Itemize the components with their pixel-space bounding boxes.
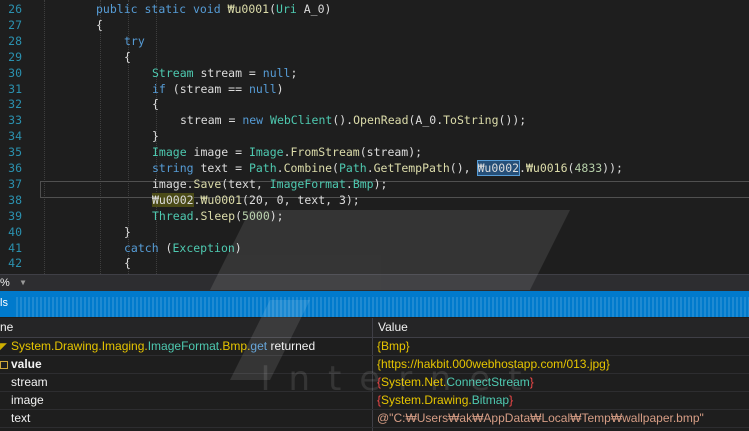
code-line: 41 catch (Exception) — [0, 240, 749, 256]
line-number: 40 — [8, 224, 22, 239]
line-number: 34 — [8, 129, 22, 144]
line-number: 31 — [8, 81, 22, 96]
line-number: 28 — [8, 33, 22, 48]
code-text[interactable]: ₩u0002.₩u0001(20, 0, text, 3); — [152, 192, 360, 208]
line-number: 27 — [8, 17, 22, 32]
locals-row[interactable]: text @"C:₩Users₩ak₩AppData₩Local₩Temp₩wal… — [0, 409, 749, 428]
panel-title: ls — [0, 297, 14, 317]
code-text[interactable]: { — [124, 255, 131, 271]
code-text[interactable]: try — [124, 33, 145, 49]
code-line: 37 image.Save(text, ImageFormat.Bmp); — [0, 176, 749, 192]
line-number: 41 — [8, 240, 22, 255]
code-text[interactable]: { — [96, 17, 103, 33]
editor-status-strip: % ▼ — [0, 274, 749, 291]
code-text[interactable]: { — [124, 49, 131, 65]
code-text[interactable]: Thread.Sleep(5000); — [152, 208, 284, 224]
row-value: {https://hakbit.000webhostapp.com/013.jp… — [377, 357, 610, 371]
code-text[interactable]: } — [152, 128, 159, 144]
line-number: 26 — [8, 2, 22, 16]
line-number: 32 — [8, 97, 22, 112]
code-line: 42 { — [0, 255, 749, 271]
code-text[interactable]: string text = Path.Combine(Path.GetTempP… — [152, 160, 623, 176]
code-line: 31 if (stream == null) — [0, 81, 749, 97]
column-header-row: ne Value — [0, 318, 749, 338]
code-text[interactable]: if (stream == null) — [152, 81, 284, 97]
locals-row[interactable]: stream {System.Net.ConnectStream} — [0, 373, 749, 392]
line-number: 30 — [8, 65, 22, 80]
code-line: 38 ₩u0002.₩u0001(20, 0, text, 3); — [0, 192, 749, 208]
code-line: 35 Image image = Image.FromStream(stream)… — [0, 144, 749, 160]
code-text[interactable]: catch (Exception) — [124, 240, 242, 256]
code-line: 27 { — [0, 17, 749, 33]
code-text[interactable]: Stream stream = null; — [152, 65, 297, 81]
code-line: 29 { — [0, 49, 749, 65]
code-line: 33 stream = new WebClient().OpenRead(A_0.… — [0, 112, 749, 128]
locals-row[interactable]: image {System.Drawing.Bitmap} — [0, 391, 749, 410]
code-line: 40} — [0, 224, 749, 240]
code-text[interactable]: image.Save(text, ImageFormat.Bmp); — [152, 176, 387, 192]
line-number: 39 — [8, 208, 22, 223]
row-value: {System.Net.ConnectStream} — [377, 375, 534, 389]
return-value-icon: ◤ — [0, 341, 7, 351]
row-value: @"C:₩Users₩ak₩AppData₩Local₩Temp₩wallpap… — [377, 411, 704, 425]
code-text[interactable]: } — [124, 224, 131, 240]
code-line: 32 { — [0, 96, 749, 112]
row-name: image — [11, 393, 44, 407]
field-icon — [0, 361, 8, 369]
line-number: 29 — [8, 49, 22, 64]
code-line: 39 Thread.Sleep(5000); — [0, 208, 749, 224]
line-number: 42 — [8, 256, 22, 271]
code-line: 30 Stream stream = null; — [0, 65, 749, 81]
code-text[interactable]: Image image = Image.FromStream(stream); — [152, 144, 422, 160]
locals-row[interactable]: ◤ System.Drawing.Imaging.ImageFormat.Bmp.… — [0, 337, 749, 356]
row-name: stream — [11, 375, 48, 389]
line-number: 35 — [8, 145, 22, 160]
locals-row[interactable]: value {https://hakbit.000webhostapp.com/0… — [0, 355, 749, 374]
column-header-value[interactable]: Value — [378, 318, 408, 337]
column-header-name[interactable]: ne — [0, 318, 13, 337]
row-name: value — [11, 357, 42, 371]
row-name: System.Drawing.Imaging.ImageFormat.Bmp.g… — [11, 339, 316, 353]
row-value: {Bmp} — [377, 339, 410, 353]
row-name: text — [11, 411, 31, 425]
code-text[interactable]: public static void ₩u0001(Uri A_0) — [96, 1, 331, 17]
row-value: {System.Drawing.Bitmap} — [377, 393, 514, 407]
code-editor[interactable]: 26 public static void ₩u0001(Uri A_0) 27 {2… — [0, 0, 749, 274]
code-text[interactable]: { — [152, 96, 159, 112]
code-line: 34} — [0, 128, 749, 144]
locals-panel-header: ls — [0, 297, 749, 317]
code-line: 26 public static void ₩u0001(Uri A_0) — [0, 1, 749, 17]
line-number: 33 — [8, 113, 22, 128]
chevron-down-icon[interactable]: ▼ — [17, 275, 29, 291]
line-number: 37 — [8, 176, 22, 191]
code-text[interactable]: stream = new WebClient().OpenRead(A_0.To… — [180, 112, 526, 128]
code-line: 36 string text = Path.Combine(Path.GetTem… — [0, 160, 749, 176]
line-number: 36 — [8, 161, 22, 175]
line-number: 38 — [8, 192, 22, 207]
code-line: 28 try — [0, 33, 749, 49]
